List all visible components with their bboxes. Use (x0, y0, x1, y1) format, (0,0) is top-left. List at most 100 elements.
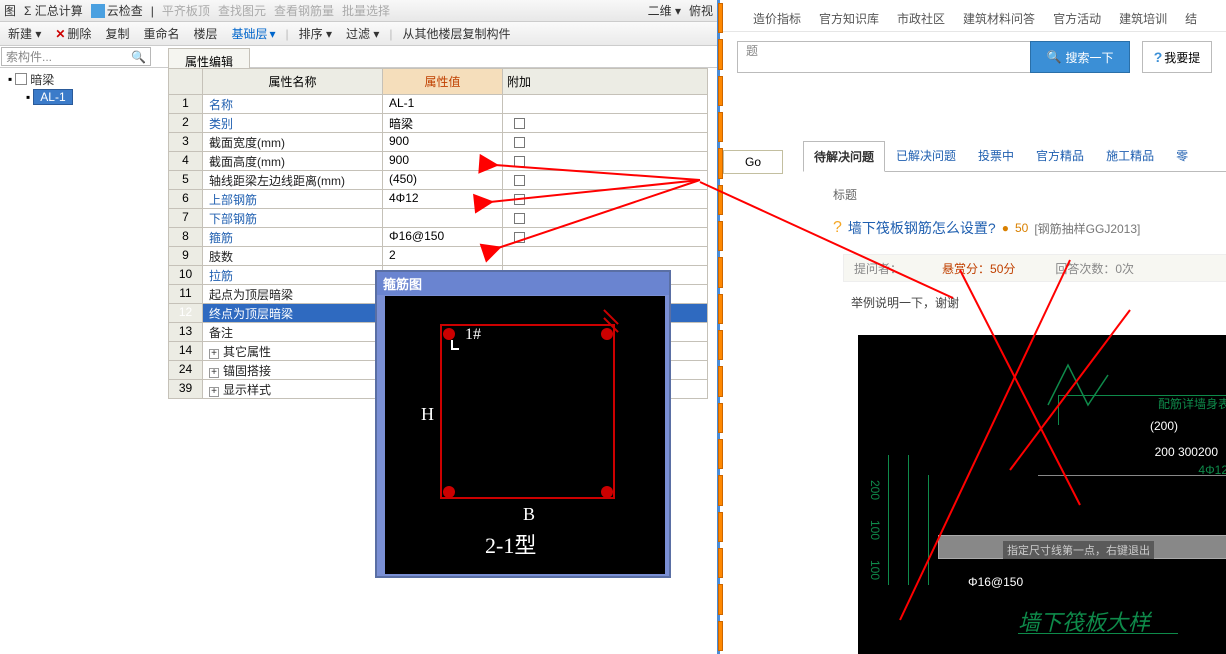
right-search-input[interactable]: 题 (737, 41, 1030, 73)
tb-look[interactable]: 俯视 (689, 2, 713, 19)
row-num: 13 (169, 323, 203, 341)
prop-add[interactable] (503, 171, 535, 189)
tb-cloud[interactable]: 云检查 (91, 2, 143, 19)
search-icon[interactable]: 🔍 (131, 50, 146, 64)
prop-add[interactable] (503, 209, 535, 227)
prop-add[interactable] (503, 152, 535, 170)
prop-name: 箍筋 (203, 228, 383, 246)
nav-item[interactable]: 造价指标 (753, 10, 801, 27)
prop-name: +显示样式 (203, 380, 383, 398)
stirrup-diagram: 箍筋图 1# H B 2-1型 (375, 270, 671, 578)
row-num: 4 (169, 152, 203, 170)
toolbar-top: 图 Σ 汇总计算 云检查 | 平齐板顶 查找图元 查看钢筋量 批量选择 二维 ▾… (0, 0, 717, 22)
tb-tu[interactable]: 图 (4, 2, 16, 19)
prop-add[interactable] (503, 114, 535, 132)
prop-value[interactable]: AL-1 (383, 95, 503, 113)
prop-add[interactable] (503, 228, 535, 246)
prop-row[interactable]: 9肢数2 (168, 247, 708, 266)
question-link[interactable]: 墙下筏板钢筋怎么设置? (848, 218, 996, 238)
prop-value[interactable]: 4Φ12 (383, 190, 503, 208)
tree-dark-beam[interactable]: ▪暗梁 (2, 70, 162, 88)
tab-pending[interactable]: 待解决问题 (803, 141, 885, 172)
title-label: 标题 (833, 186, 857, 203)
tree-al1[interactable]: ▪AL-1 (2, 88, 162, 106)
prop-value[interactable]: 暗梁 (383, 114, 503, 132)
prop-row[interactable]: 2类别暗梁 (168, 114, 708, 133)
row-num: 5 (169, 171, 203, 189)
prop-row[interactable]: 1名称AL-1 (168, 95, 708, 114)
right-nav: 造价指标 官方知识库 市政社区 建筑材料问答 官方活动 建筑培训 结 (723, 6, 1226, 32)
nav-item[interactable]: 官方活动 (1053, 10, 1101, 27)
copy-from-floor[interactable]: 从其他楼层复制构件 (399, 25, 515, 42)
prop-name: 肢数 (203, 247, 383, 265)
prop-row[interactable]: 3截面宽度(mm)900 (168, 133, 708, 152)
row-num: 10 (169, 266, 203, 284)
new-button[interactable]: 新建 ▾ (4, 25, 45, 42)
nav-item[interactable]: 市政社区 (897, 10, 945, 27)
tb-sum[interactable]: Σ 汇总计算 (24, 2, 83, 19)
prop-add[interactable] (503, 247, 535, 265)
row-num: 39 (169, 380, 203, 398)
search-input[interactable]: 索构件...🔍 (1, 47, 151, 66)
floor-select[interactable]: 基础层 ▾ (227, 25, 279, 42)
toolbar-main: 新建 ▾ ✕删除 复制 重命名 楼层 基础层 ▾ | 排序 ▾ 过滤 ▾ | 从… (0, 22, 717, 46)
tb-flat[interactable]: 平齐板顶 (162, 2, 210, 19)
prop-value[interactable]: (450) (383, 171, 503, 189)
tab-official[interactable]: 官方精品 (1025, 140, 1095, 171)
b-label: B (523, 504, 535, 525)
diagram-title: 箍筋图 (377, 272, 669, 295)
question-line: ? 墙下筏板钢筋怎么设置? ● 50 [钢筋抽样GGJ2013] (833, 218, 1140, 238)
col-value: 属性值 (383, 69, 503, 94)
prop-value[interactable]: 900 (383, 152, 503, 170)
ask-button[interactable]: ?我要提 (1142, 41, 1212, 73)
row-num: 14 (169, 342, 203, 360)
prop-add[interactable] (503, 190, 535, 208)
tab-const[interactable]: 施工精品 (1095, 140, 1165, 171)
prop-add[interactable] (503, 95, 535, 113)
prop-name: 截面宽度(mm) (203, 133, 383, 151)
prop-row[interactable]: 4截面高度(mm)900 (168, 152, 708, 171)
prop-name: 备注 (203, 323, 383, 341)
sort-button[interactable]: 排序 ▾ (295, 25, 336, 42)
prop-name: 上部钢筋 (203, 190, 383, 208)
prop-row[interactable]: 6上部钢筋4Φ12 (168, 190, 708, 209)
prop-row[interactable]: 8箍筋Φ16@150 (168, 228, 708, 247)
prop-row[interactable]: 7下部钢筋 (168, 209, 708, 228)
type-label: 2-1型 (485, 528, 536, 560)
tb-find[interactable]: 查找图元 (218, 2, 266, 19)
tab-more[interactable]: 零 (1165, 140, 1199, 171)
prop-value[interactable]: 900 (383, 133, 503, 151)
nav-item[interactable]: 结 (1185, 10, 1197, 27)
tab-solved[interactable]: 已解决问题 (885, 140, 967, 171)
filter-button[interactable]: 过滤 ▾ (342, 25, 383, 42)
tb-steel[interactable]: 查看钢筋量 (274, 2, 334, 19)
answers-label: 回答次数：0次 (1055, 260, 1134, 277)
prop-name: +其它属性 (203, 342, 383, 360)
right-search-button[interactable]: 🔍搜索一下 (1030, 41, 1130, 73)
prop-value[interactable] (383, 209, 503, 227)
go-button[interactable]: Go (723, 150, 783, 174)
delete-button[interactable]: ✕删除 (51, 25, 95, 42)
prop-row[interactable]: 5轴线距梁左边线距离(mm)(450) (168, 171, 708, 190)
question-desc: 举例说明一下，谢谢 (851, 294, 959, 311)
prop-value[interactable]: Φ16@150 (383, 228, 503, 246)
nav-item[interactable]: 建筑材料问答 (963, 10, 1035, 27)
img-dim2: 200 300200 (1155, 445, 1218, 459)
prop-name: 名称 (203, 95, 383, 113)
nav-item[interactable]: 建筑培训 (1119, 10, 1167, 27)
img-tooltip: 指定尺寸线第一点，右键退出 (1003, 541, 1154, 559)
tb-batch[interactable]: 批量选择 (342, 2, 390, 19)
h-label: H (421, 404, 434, 425)
tab-voting[interactable]: 投票中 (967, 140, 1025, 171)
col-name: 属性名称 (203, 69, 383, 94)
prop-add[interactable] (503, 133, 535, 151)
reference-image: 配筋详墙身表 (200) 200 300200 4Φ12 指定尺寸线第一点，右键… (858, 335, 1226, 654)
prop-value[interactable]: 2 (383, 247, 503, 265)
col-add: 附加 (503, 69, 535, 94)
rename-button[interactable]: 重命名 (139, 25, 183, 42)
row-num: 7 (169, 209, 203, 227)
copy-button[interactable]: 复制 (101, 25, 133, 42)
nav-item[interactable]: 官方知识库 (819, 10, 879, 27)
tb-2d[interactable]: 二维 ▾ (648, 2, 681, 19)
prop-name: 终点为顶层暗梁 (203, 304, 383, 322)
